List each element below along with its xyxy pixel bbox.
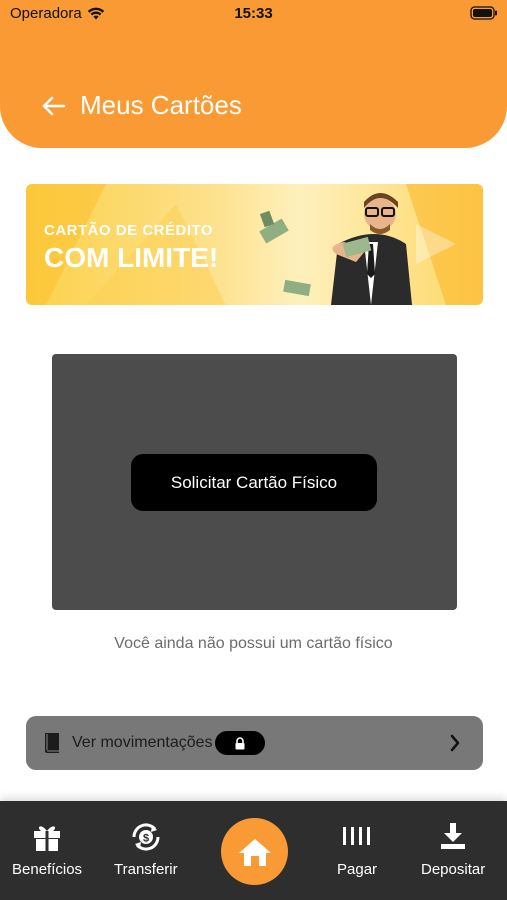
status-bar: Operadora 15:33 [0,0,507,30]
barcode-icon [343,827,371,845]
header: Operadora 15:33 Meus Cartões [0,0,507,148]
transfer-icon: $ [132,823,160,851]
tab-transferir[interactable]: $ Transferir [114,821,178,878]
tab-label: Pagar [337,861,378,878]
view-movements-label: Ver movimentações [72,734,213,751]
svg-text:$: $ [143,833,149,845]
banner-line2: COM LIMITE! [44,242,219,273]
back-arrow-icon[interactable] [40,95,66,117]
tab-pagar[interactable]: Pagar [337,821,377,878]
tab-depositar[interactable]: Depositar [421,821,485,878]
download-icon [441,823,466,849]
locked-badge [214,731,265,755]
lock-icon [235,736,245,749]
tab-beneficios[interactable]: Benefícios [12,821,82,878]
clock: 15:33 [234,5,273,22]
banner-line1: CARTÃO DE CRÉDITO [44,222,214,239]
tab-label: Benefícios [12,861,83,878]
gift-icon [34,826,61,851]
title-row: Meus Cartões [40,90,242,121]
battery-icon [470,6,497,20]
tab-label: Transferir [114,861,178,878]
home-button[interactable] [221,818,288,885]
book-icon [45,733,59,753]
request-physical-card-button[interactable]: Solicitar Cartão Físico [131,454,377,511]
home-icon [238,838,271,866]
no-card-message: Você ainda não possui um cartão físico [114,635,393,652]
view-movements-row[interactable]: Ver movimentações [26,716,483,770]
chevron-right-icon [450,734,460,752]
tab-label: Depositar [421,861,486,878]
page-title: Meus Cartões [80,90,242,120]
credit-card-banner[interactable]: CARTÃO DE CRÉDITO COM LIMITE! [26,184,483,305]
